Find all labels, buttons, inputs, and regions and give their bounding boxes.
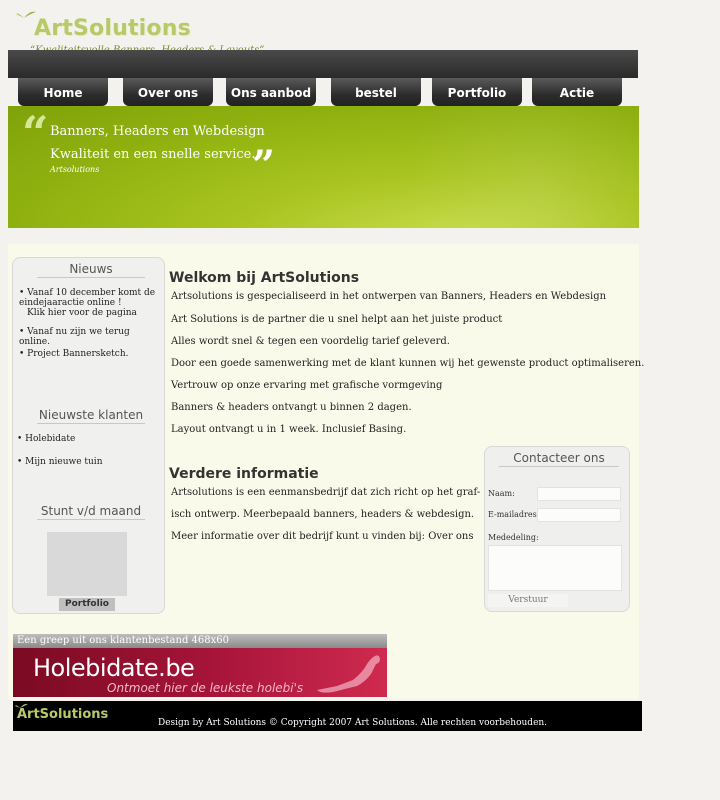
welcome-text: Layout ontvangt u in 1 week. Inclusief B…: [171, 424, 407, 435]
banner-line-1: Banners, Headers en Webdesign: [50, 124, 265, 139]
top-bar: [8, 50, 638, 78]
nav-bestel[interactable]: bestel: [331, 78, 421, 106]
client-item[interactable]: • Holebidate: [17, 434, 161, 444]
page: ArtSolutions “Kwaliteitsvolle Banners, H…: [0, 0, 720, 800]
open-quote-icon: “: [22, 106, 49, 160]
email-field[interactable]: [537, 508, 621, 522]
stunt-image-placeholder[interactable]: [47, 532, 127, 596]
email-label: E-mailadres:: [488, 510, 540, 519]
welcome-title: Welkom bij ArtSolutions: [169, 270, 360, 286]
welcome-text: Door een goede samenwerking met de klant…: [171, 358, 645, 369]
nav-home[interactable]: Home: [18, 78, 108, 106]
banner-line-2: Kwaliteit en een snelle service.: [50, 147, 256, 162]
holebidate-banner[interactable]: Holebidate.be Ontmoet hier de leukste ho…: [13, 648, 387, 697]
silhouette-icon: [317, 655, 380, 693]
name-field[interactable]: [537, 487, 621, 501]
content-area: Nieuws • Vanaf 10 december komt de einde…: [8, 244, 644, 699]
message-field[interactable]: [488, 545, 622, 591]
news-item[interactable]: • Vanaf nu zijn we terug online.: [19, 327, 163, 347]
submit-button[interactable]: Verstuur: [488, 594, 568, 607]
client-item[interactable]: • Mijn nieuwe tuin: [17, 457, 161, 467]
info-text: isch ontwerp. Meerbepaald banners, heade…: [171, 509, 475, 520]
info-text[interactable]: Meer informatie over dit bedrijf kunt u …: [171, 531, 474, 542]
news-title: Nieuws: [37, 262, 145, 278]
banner-signature: Artsolutions: [50, 165, 100, 174]
info-text: Artsolutions is een eenmansbedrijf dat z…: [171, 487, 481, 498]
contact-form: Contacteer ons Naam: E-mailadres: Medede…: [484, 446, 630, 612]
message-label: Mededeling:: [488, 533, 539, 542]
nav-actie[interactable]: Actie: [532, 78, 622, 106]
ad-slogan: Ontmoet hier de leukste holebi's: [107, 681, 304, 695]
welcome-text: Alles wordt snel & tegen een voordelig t…: [171, 336, 450, 347]
welcome-text: Vertrouw op onze ervaring met grafische …: [171, 380, 443, 391]
contact-title: Contacteer ons: [499, 451, 619, 467]
logo-brand: ArtSolutions: [34, 16, 191, 41]
nav-ons-aanbod[interactable]: Ons aanbod: [226, 78, 316, 106]
nav-over-ons[interactable]: Over ons: [123, 78, 213, 106]
sidebar: Nieuws • Vanaf 10 december komt de einde…: [12, 257, 165, 614]
welcome-text: Artsolutions is gespecialiseerd in het o…: [171, 291, 607, 302]
close-quote-icon: ”: [252, 142, 276, 189]
nav-portfolio[interactable]: Portfolio: [432, 78, 522, 106]
footer-logo[interactable]: ArtSolutions: [17, 707, 108, 722]
ad-caption: Een greep uit ons klantenbestand 468x60: [13, 634, 387, 648]
footer: ArtSolutions Design by Art Solutions © C…: [13, 701, 642, 731]
name-label: Naam:: [488, 489, 515, 498]
client-ad: Een greep uit ons klantenbestand 468x60 …: [13, 634, 387, 697]
info-title: Verdere informatie: [169, 466, 319, 482]
banner-decoration: [388, 106, 639, 228]
portfolio-button[interactable]: Portfolio: [59, 598, 115, 611]
ad-headline: Holebidate.be: [33, 654, 195, 682]
site-logo[interactable]: ArtSolutions “Kwaliteitsvolle Banners, H…: [14, 10, 264, 56]
footer-copyright: Design by Art Solutions © Copyright 2007…: [158, 718, 548, 728]
news-item-link[interactable]: Klik hier voor de pagina: [27, 308, 171, 318]
welcome-text: Banners & headers ontvangt u binnen 2 da…: [171, 402, 412, 413]
stunt-title: Stunt v/d maand: [37, 504, 145, 520]
clients-title: Nieuwste klanten: [37, 408, 145, 424]
news-item[interactable]: • Vanaf 10 december komt de eindejaaract…: [19, 288, 163, 308]
main-nav: Home Over ons Ons aanbod bestel Portfoli…: [8, 78, 638, 108]
news-item[interactable]: • Project Bannersketch.: [19, 349, 163, 359]
hero-banner: “ Banners, Headers en Webdesign Kwalitei…: [8, 106, 639, 228]
welcome-text: Art Solutions is de partner die u snel h…: [171, 314, 503, 325]
